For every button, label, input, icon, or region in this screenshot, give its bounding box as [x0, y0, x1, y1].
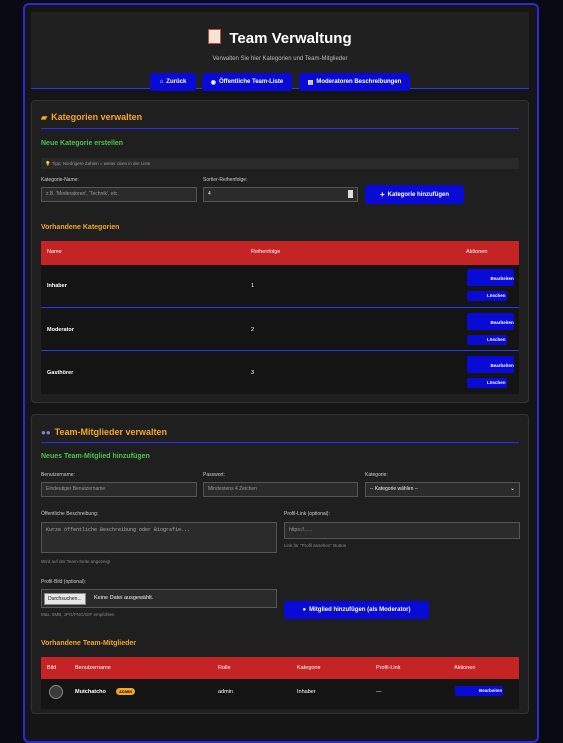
category-name-label: Kategorie-Name:	[41, 177, 79, 183]
members-table-header: Bild Benutzername Rolle Kategorie Profil…	[41, 657, 519, 679]
existing-members-heading: Vorhandene Team-Mitglieder	[41, 640, 137, 647]
page-subtitle: Verwalten Sie hier Kategorien und Team-M…	[212, 56, 348, 62]
sort-order-label: Sortier-Reihenfolge:	[203, 177, 248, 183]
home-icon: ⌂	[159, 79, 164, 85]
edit-button[interactable]: Bearbeiten	[467, 356, 514, 373]
delete-button[interactable]: Löschen	[467, 291, 507, 301]
username-label: Benutzername:	[41, 472, 75, 478]
add-category-button[interactable]: + Kategorie hinzufügen	[365, 185, 464, 204]
categories-table-header: Name Reihenfolge Aktionen	[41, 241, 519, 265]
password-input[interactable]: Mindestens 4 Zeichen	[203, 482, 358, 497]
add-member-button[interactable]: ● Mitglied hinzufügen (als Moderator)	[284, 601, 429, 619]
picture-hint: Max. 5MB, JPG/PNG/GIF empfohlen	[41, 612, 115, 617]
members-title: ●● Team-Mitglieder verwalten	[41, 427, 168, 437]
delete-button[interactable]: Löschen	[467, 335, 507, 345]
existing-categories-heading: Vorhandene Kategorien	[41, 224, 120, 231]
page-header: Team Verwaltung Verwalten Sie hier Kateg…	[31, 12, 529, 91]
category-label: Kategorie:	[365, 472, 388, 478]
categories-title: ▰ Kategorien verwalten	[41, 112, 143, 122]
profile-picture-file-input[interactable]: Durchsuchen... Keine Datei ausgewählt.	[41, 589, 277, 608]
public-team-list-button[interactable]: ◉ Öffentliche Team-Liste	[202, 73, 292, 91]
document-icon: ▤	[307, 79, 314, 86]
category-select[interactable]: -- Kategorie wählen -- ⌄	[365, 482, 520, 497]
file-status-text: Keine Datei ausgewählt.	[94, 595, 154, 601]
folder-icon: ▰	[41, 113, 48, 122]
browse-button[interactable]: Durchsuchen...	[44, 593, 86, 605]
table-row: Moderator 2 Bearbeiten Löschen	[41, 307, 519, 351]
back-button[interactable]: ⌂ Zurück	[150, 73, 196, 91]
edit-member-button[interactable]: Bearbeiten	[455, 686, 503, 696]
new-category-heading: Neue Kategorie erstellen	[41, 140, 124, 147]
spinner-icon[interactable]	[348, 190, 353, 198]
members-panel: ●● Team-Mitglieder verwalten Neues Team-M…	[31, 414, 529, 714]
profile-link-input[interactable]: https://......	[284, 522, 520, 539]
categories-panel: ▰ Kategorien verwalten Neue Kategorie ers…	[31, 100, 529, 403]
users-icon: ●●	[41, 428, 51, 437]
page-title: Team Verwaltung	[31, 29, 529, 47]
table-row: Mutchatcho ADMIN admin Inhaber — Bearbei…	[41, 679, 519, 709]
profile-picture-label: Profil-Bild (optional):	[41, 579, 87, 585]
plus-icon: +	[379, 190, 385, 199]
table-row: Inhaber 1 Bearbeiten Löschen	[41, 265, 519, 307]
avatar	[49, 685, 63, 699]
clipboard-icon	[208, 29, 222, 44]
new-member-heading: Neues Team-Mitglied hinzufügen	[41, 453, 150, 460]
password-label: Passwort:	[203, 472, 225, 478]
profile-link-hint: Link für "Profil ansehen" Button	[284, 543, 347, 548]
delete-button[interactable]: Löschen	[467, 378, 507, 388]
user-icon: ●	[302, 607, 307, 613]
admin-badge: ADMIN	[116, 688, 136, 695]
description-label: Öffentliche Beschreibung:	[41, 511, 99, 517]
sort-order-input[interactable]: 4	[203, 187, 358, 202]
divider	[41, 128, 519, 129]
moderator-descriptions-button[interactable]: ▤ Moderatoren Beschreibungen	[299, 73, 410, 91]
divider	[41, 442, 519, 443]
description-textarea[interactable]: Kurze öffentliche Beschreibung oder Biog…	[41, 522, 277, 553]
edit-button[interactable]: Bearbeiten	[467, 313, 514, 330]
edit-button[interactable]: Bearbeiten	[467, 269, 514, 286]
description-hint: Wird auf der Team-Seite angezeigt	[41, 559, 111, 564]
username-input[interactable]: Eindeutiger Benutzername	[41, 482, 197, 497]
chevron-down-icon: ⌄	[509, 486, 515, 492]
profile-link-label: Profil-Link (optional):	[284, 511, 330, 517]
order-tip: 💡 Tipp: Niedrigere Zahlen = weiter oben …	[41, 158, 519, 169]
eye-icon: ◉	[210, 79, 216, 86]
category-name-input[interactable]: z.B. 'Moderatoren', 'Technik', etc.	[41, 187, 197, 202]
table-row: Gasthörer 3 Bearbeiten Löschen	[41, 350, 519, 394]
